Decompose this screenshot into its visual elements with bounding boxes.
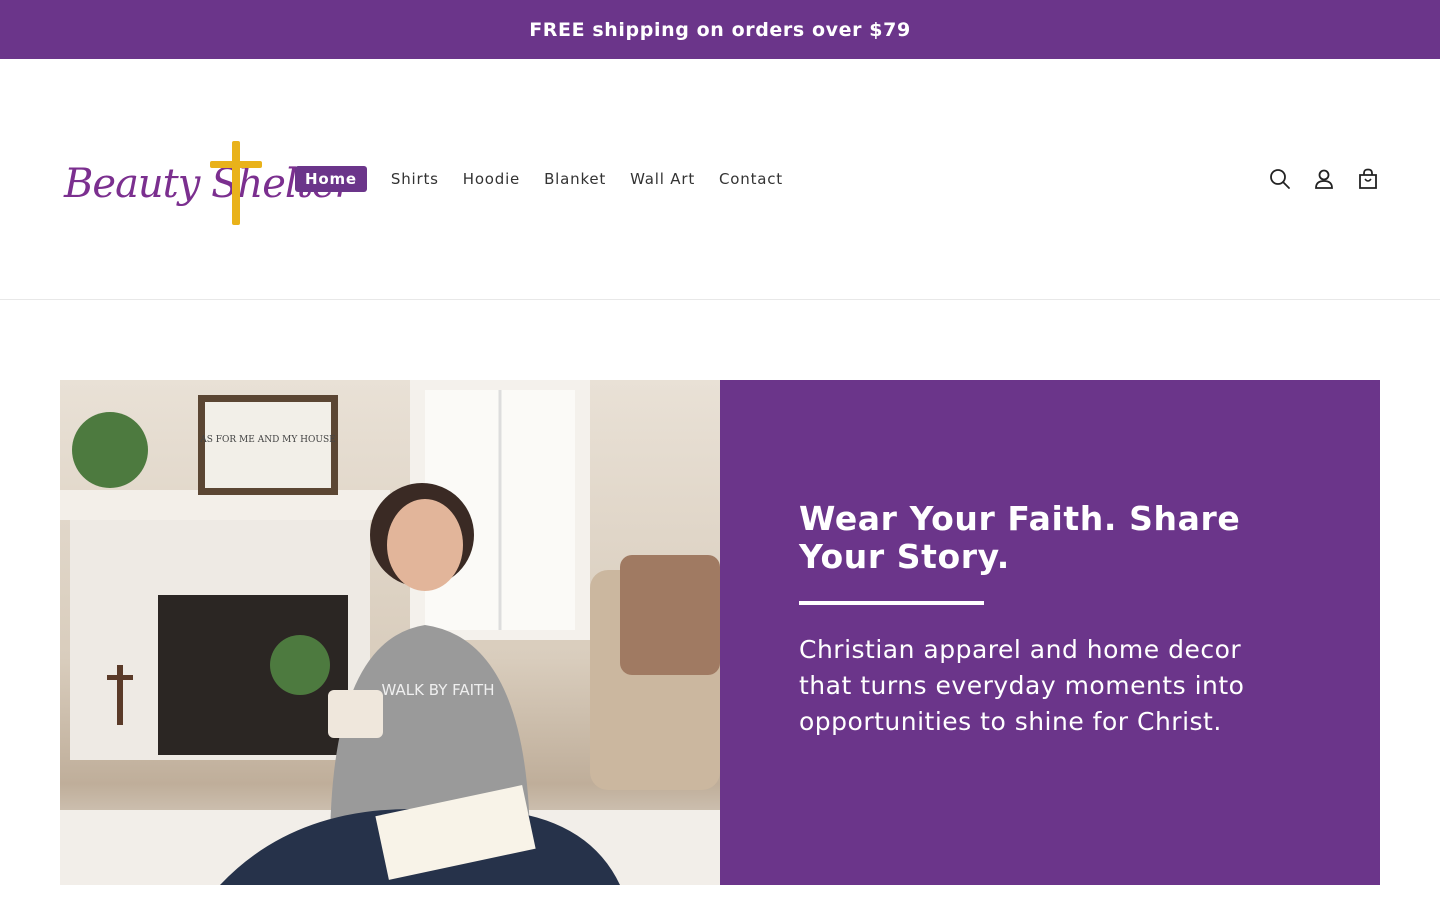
account-icon[interactable] — [1312, 167, 1336, 191]
hero-banner: AS FOR ME AND MY HOUSE WALK BY FAITH Wea… — [60, 380, 1380, 885]
nav-item-wall-art[interactable]: Wall Art — [630, 166, 695, 192]
announcement-bar: FREE shipping on orders over $79 — [0, 0, 1440, 59]
hero-divider — [799, 601, 984, 605]
nav-item-shirts[interactable]: Shirts — [391, 166, 439, 192]
hero-title: Wear Your Faith. Share Your Story. — [799, 499, 1241, 576]
announcement-text: FREE shipping on orders over $79 — [529, 18, 911, 41]
hero-illustration: AS FOR ME AND MY HOUSE WALK BY FAITH — [60, 380, 720, 885]
main-nav: Home Shirts Hoodie Blanket Wall Art Cont… — [295, 166, 807, 192]
search-icon[interactable] — [1268, 167, 1292, 191]
sign-text: AS FOR ME AND MY HOUSE — [199, 435, 335, 445]
hoodie-text: WALK BY FAITH — [381, 681, 494, 699]
nav-item-contact[interactable]: Contact — [719, 166, 783, 192]
hero-subtitle: Christian apparel and home decor that tu… — [799, 635, 1245, 736]
header-icons — [1248, 166, 1380, 192]
nav-item-home[interactable]: Home — [295, 166, 367, 192]
nav-item-hoodie[interactable]: Hoodie — [463, 166, 520, 192]
cross-icon — [210, 141, 262, 225]
cart-icon[interactable] — [1356, 167, 1380, 191]
nav-item-blanket[interactable]: Blanket — [544, 166, 606, 192]
logo[interactable]: Beauty Shelter — [60, 137, 354, 227]
hero-image: AS FOR ME AND MY HOUSE WALK BY FAITH — [60, 380, 720, 885]
site-header: Beauty Shelter Home Shirts Hoodie Blanke… — [0, 59, 1440, 300]
hero-panel: Wear Your Faith. Share Your Story. Chris… — [720, 380, 1380, 885]
